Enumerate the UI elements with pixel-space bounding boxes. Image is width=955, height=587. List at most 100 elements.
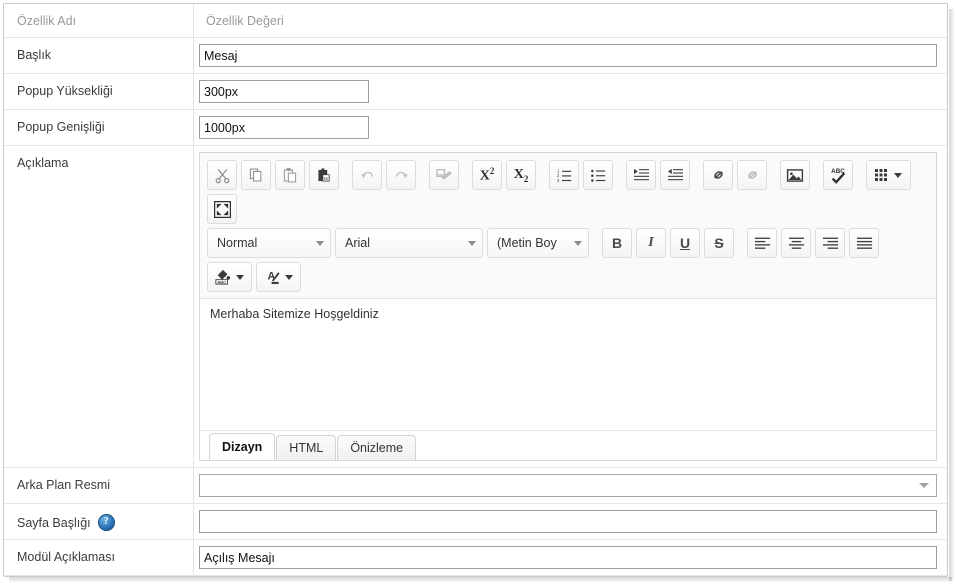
align-justify-icon[interactable] [849,228,879,258]
label-modul-css-sinifi: Modül CSS Sınıfı [4,576,194,577]
outdent-icon[interactable] [660,160,690,190]
label-aciklama: Açıklama [4,146,194,467]
paste-from-word-icon[interactable]: W [309,160,339,190]
background-color-label: ABC [217,279,226,284]
tab-onizleme[interactable]: Önizleme [337,435,417,460]
table-row-aciklama: Açıklama W X2 X2 1 2 3 ABC Normal Arial … [4,146,947,468]
text-color-icon[interactable]: A [256,262,301,292]
align-left-icon[interactable] [747,228,777,258]
tab-html[interactable]: HTML [276,435,337,460]
table-icon[interactable] [866,160,911,190]
value-cell-sayfa-basligi [194,504,947,539]
table-row-modul-aciklamasi: Modül Açıklaması [4,540,947,576]
font-size-dropdown[interactable]: (Metin Boy [487,228,589,258]
input-popup-genisligi[interactable] [199,116,369,139]
help-icon[interactable]: ? [97,514,115,531]
underline-button[interactable]: U [670,228,700,258]
property-grid-screen: Özellik Adı Özellik Değeri Başlık Popup … [0,0,955,587]
text-color-label: A [268,271,276,283]
font-size-value: (Metin Boy [497,236,557,250]
superscript-exponent: 2 [489,165,495,176]
toolbar-separator [591,243,600,244]
value-cell-arka-plan-resmi [194,468,947,503]
copy-icon[interactable] [241,160,271,190]
paste-plain-text-icon[interactable] [429,160,459,190]
toolbar-separator [855,175,864,176]
font-family-dropdown[interactable]: Arial [335,228,483,258]
value-cell-modul-css-sinifi [194,576,947,577]
strikethrough-label: S [714,235,724,251]
label-arka-plan-resmi: Arka Plan Resmi [4,468,194,503]
input-popup-yuksekligi[interactable] [199,80,369,103]
spellcheck-icon[interactable]: ABC [823,160,853,190]
table-row-baslik: Başlık [4,38,947,74]
link-icon[interactable] [703,160,733,190]
chevron-down-icon [316,240,324,246]
italic-label: I [648,235,654,250]
bold-label: B [611,235,623,251]
unlink-icon[interactable] [737,160,767,190]
input-baslik[interactable] [199,44,937,67]
value-cell-aciklama: W X2 X2 1 2 3 ABC Normal Arial (Metin Bo… [194,146,947,467]
toolbar-separator [736,243,745,244]
italic-button[interactable]: I [636,228,666,258]
editor-content-area[interactable]: Merhaba Sitemize Hoşgeldiniz [200,299,936,430]
image-icon[interactable] [780,160,810,190]
label-modul-aciklamasi: Modül Açıklaması [4,540,194,575]
editor-toolbar-row-1: W X2 X2 1 2 3 ABC [205,158,931,192]
paste-icon[interactable] [275,160,305,190]
superscript-icon[interactable]: X2 [472,160,502,190]
chevron-down-icon [285,274,293,280]
label-popup-genisligi: Popup Genişliği [4,110,194,145]
toolbar-separator [615,175,624,176]
toolbar-separator [692,175,701,176]
indent-icon[interactable] [626,160,656,190]
background-color-icon[interactable]: ABC [207,262,252,292]
editor-toolbar-row-2 [205,192,931,226]
table-row-popup-genisligi: Popup Genişliği [4,110,947,146]
table-row-modul-css-sinifi: Modül CSS Sınıfı [4,576,947,577]
table-header-row: Özellik Adı Özellik Değeri [4,4,947,38]
strikethrough-button[interactable]: S [704,228,734,258]
toolbar-separator [769,175,778,176]
bold-button[interactable]: B [602,228,632,258]
chevron-down-icon [574,240,582,246]
label-popup-yuksekligi: Popup Yüksekliği [4,74,194,109]
paragraph-format-value: Normal [217,236,258,250]
undo-icon[interactable] [352,160,382,190]
label-baslik: Başlık [4,38,194,73]
subscript-icon[interactable]: X2 [506,160,536,190]
align-center-icon[interactable] [781,228,811,258]
toolbar-separator [812,175,821,176]
subscript-base: X [513,166,524,182]
chevron-down-icon [468,240,476,246]
tab-dizayn[interactable]: Dizayn [209,433,276,460]
font-family-value: Arial [345,236,371,250]
svg-text:3: 3 [557,177,560,182]
redo-icon[interactable] [386,160,416,190]
label-sayfa-basligi-wrap: Sayfa Başlığı ? [4,504,194,539]
chevron-down-icon [919,483,929,488]
bulleted-list-icon[interactable] [583,160,613,190]
toolbar-separator [341,175,350,176]
editor-toolbar: W X2 X2 1 2 3 ABC Normal Arial (Metin Bo… [200,153,936,299]
property-table: Özellik Adı Özellik Değeri Başlık Popup … [4,4,947,577]
paragraph-format-dropdown[interactable]: Normal [207,228,331,258]
dropdown-arka-plan-resmi[interactable] [199,474,937,497]
value-cell-popup-yuksekligi [194,74,947,109]
cut-icon[interactable] [207,160,237,190]
align-right-icon[interactable] [815,228,845,258]
value-cell-baslik [194,38,947,73]
numbered-list-icon[interactable]: 123 [549,160,579,190]
input-sayfa-basligi[interactable] [199,510,937,533]
maximize-icon[interactable] [207,194,237,224]
table-row-arka-plan-resmi: Arka Plan Resmi [4,468,947,504]
header-cell-property-name: Özellik Adı [4,4,194,37]
input-modul-aciklamasi[interactable] [199,546,937,569]
toolbar-separator [418,175,427,176]
svg-text:W: W [323,176,329,182]
window-shadow-bottom [9,577,952,583]
value-cell-popup-genisligi [194,110,947,145]
label-sayfa-basligi: Sayfa Başlığı [17,515,91,530]
chevron-down-icon [894,172,902,178]
